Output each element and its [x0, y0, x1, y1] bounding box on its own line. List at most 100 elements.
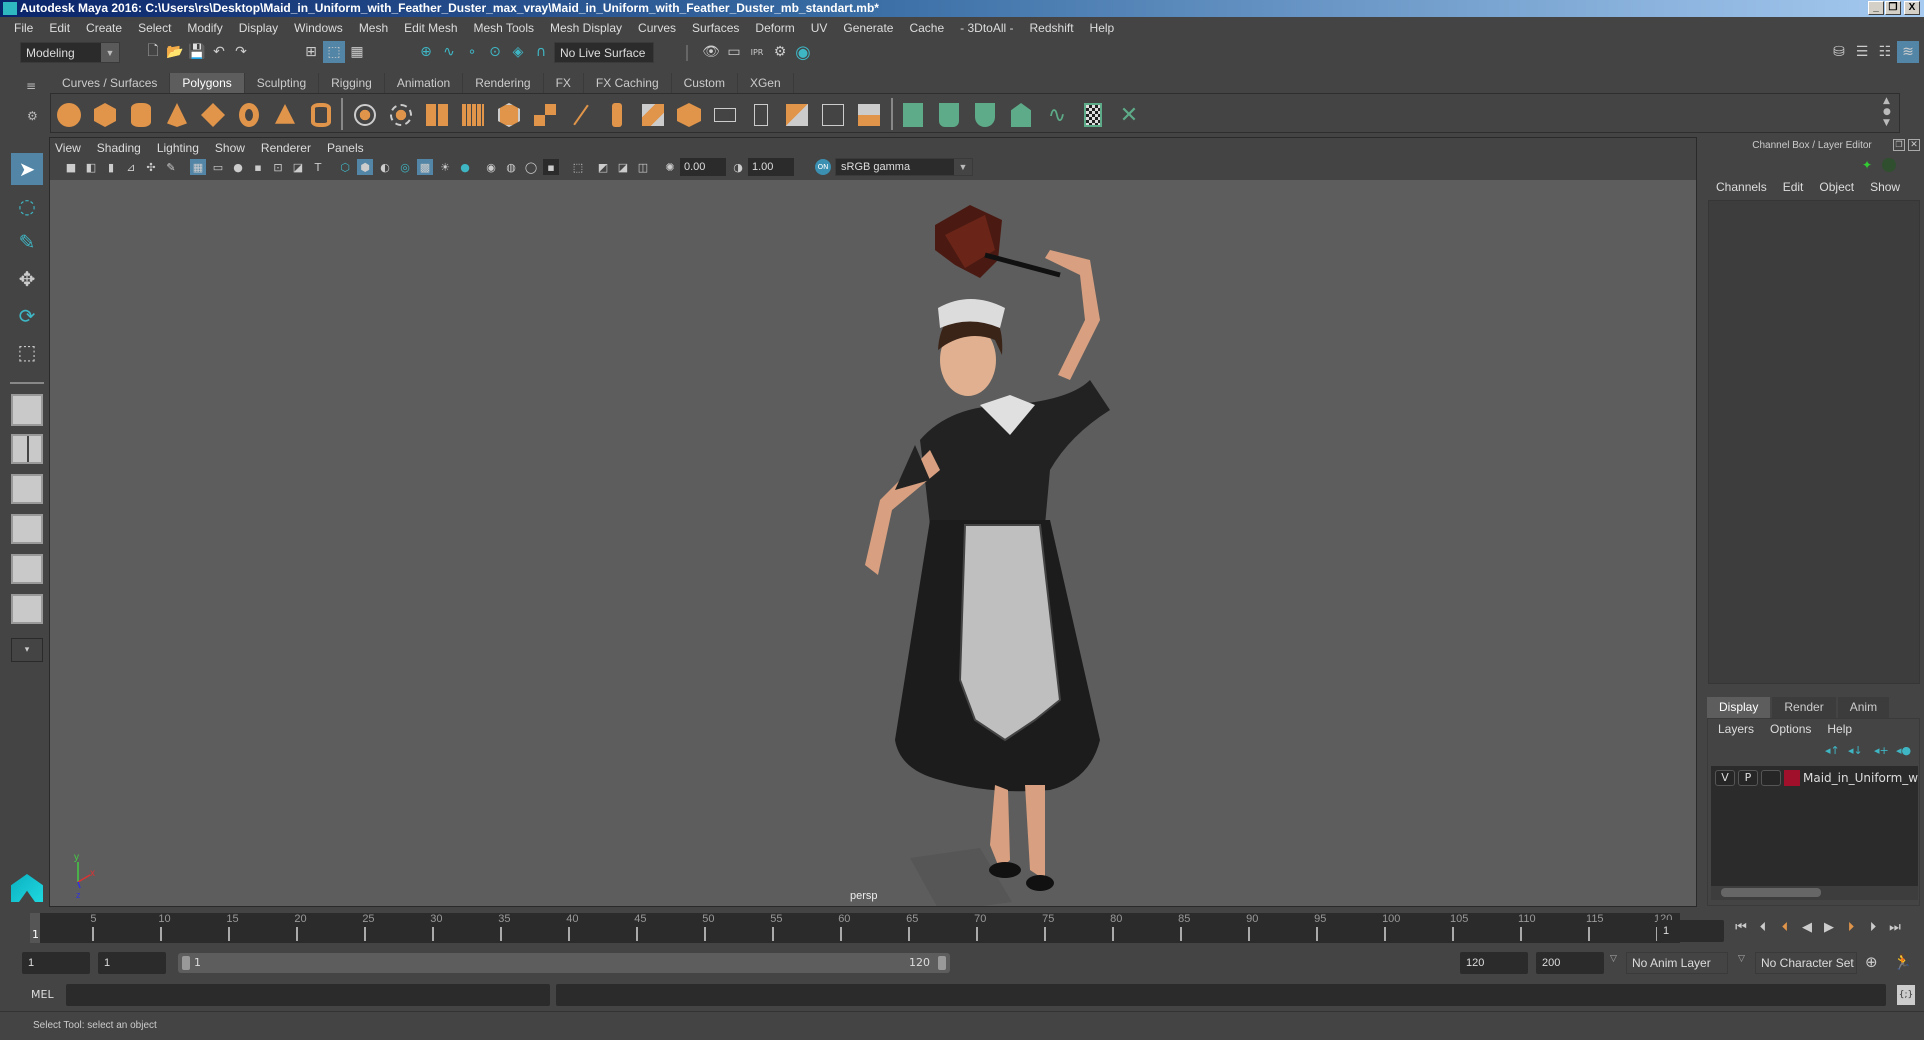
menu-deform[interactable]: Deform	[755, 21, 794, 35]
poly-cone-icon[interactable]	[163, 101, 191, 129]
save-scene-icon[interactable]: 💾	[186, 41, 208, 63]
insert-edge-loop-icon[interactable]	[783, 101, 811, 129]
persp-graph-layout-icon[interactable]	[11, 514, 43, 544]
panel-menu-show[interactable]: Show	[215, 141, 245, 155]
bookmark-icon[interactable]: ▮	[103, 159, 119, 175]
shelf-tab-fx[interactable]: FX	[544, 73, 584, 93]
menu-file[interactable]: File	[14, 21, 33, 35]
layer-list-scrollbar[interactable]	[1711, 886, 1918, 900]
shelf-tab-custom[interactable]: Custom	[672, 73, 738, 93]
grease-pencil-icon[interactable]: ✎	[163, 159, 179, 175]
shadows-icon[interactable]: ●	[457, 159, 473, 175]
single-perspective-layout-icon[interactable]	[11, 394, 43, 426]
channel-box-sync-icon[interactable]	[1882, 158, 1896, 172]
screen-space-ao-icon[interactable]: ◉	[483, 159, 499, 175]
persp-outliner-layout-icon[interactable]	[11, 474, 43, 504]
shelf-tab-rendering[interactable]: Rendering	[463, 73, 544, 93]
shelf-tab-animation[interactable]: Animation	[385, 73, 464, 93]
auto-key-icon[interactable]: ⊕	[1865, 953, 1878, 971]
channel-box-menu-channels[interactable]: Channels	[1716, 180, 1767, 194]
textured-icon[interactable]: ▩	[417, 159, 433, 175]
scale-tool-icon[interactable]: ⬚	[11, 336, 43, 368]
layer-tab-render[interactable]: Render	[1772, 697, 1836, 718]
snap-magnet-icon[interactable]: ∩	[530, 41, 552, 63]
menu-generate[interactable]: Generate	[843, 21, 893, 35]
hierarchy-mode-icon[interactable]: ⊞	[300, 41, 322, 63]
animation-end-field[interactable]	[1536, 952, 1604, 974]
poly-pipe-icon[interactable]	[307, 101, 335, 129]
shelf-tab-xgen[interactable]: XGen	[738, 73, 794, 93]
poly-cube-icon[interactable]	[91, 101, 119, 129]
script-language-toggle[interactable]: MEL	[31, 988, 54, 1001]
wireframe-on-shaded-icon[interactable]: ◐	[377, 159, 393, 175]
layer-visibility-toggle[interactable]: V	[1715, 770, 1735, 786]
gate-mask-icon[interactable]: ▪	[250, 159, 266, 175]
snap-grid-icon[interactable]: ⊕	[415, 41, 437, 63]
menu-help[interactable]: Help	[1090, 21, 1115, 35]
scrollbar-thumb[interactable]	[1721, 888, 1821, 897]
extract-icon[interactable]	[531, 101, 559, 129]
shelf-scroll[interactable]: ▲ ● ▼	[1883, 96, 1891, 129]
play-backwards-icon[interactable]: ◀	[1799, 919, 1815, 935]
restore-button[interactable]: ❐	[1885, 1, 1901, 15]
motion-blur-icon[interactable]: ◍	[503, 159, 519, 175]
modeling-toolkit-icon[interactable]: ⛁	[1828, 41, 1850, 63]
object-mode-icon[interactable]: ⬚	[323, 41, 345, 63]
gamma-field[interactable]	[748, 158, 794, 176]
play-forwards-icon[interactable]: ▶	[1821, 919, 1837, 935]
go-to-end-icon[interactable]: ⏭	[1887, 919, 1903, 935]
select-camera-icon[interactable]: ■	[63, 159, 79, 175]
snap-point-icon[interactable]: ∘	[461, 41, 483, 63]
menu-mesh[interactable]: Mesh	[359, 21, 388, 35]
render-view-icon[interactable]: 👁	[700, 41, 722, 63]
poly-torus-icon[interactable]	[235, 101, 263, 129]
character-set-dropdown[interactable]: No Character Set	[1755, 952, 1857, 974]
lasso-tool-icon[interactable]: ◌	[11, 190, 43, 222]
panel-menu-view[interactable]: View	[55, 141, 81, 155]
uv-unfold-icon[interactable]: ∿	[1043, 101, 1071, 129]
2d-pan-zoom-icon[interactable]: ✣	[143, 159, 159, 175]
gamma-icon[interactable]: ◑	[730, 159, 746, 175]
snap-view-plane-icon[interactable]: ⊙	[484, 41, 506, 63]
redo-icon[interactable]: ↷	[230, 41, 252, 63]
color-management-toggle-icon[interactable]: ON	[815, 159, 831, 175]
depth-of-field-icon[interactable]: ▪	[543, 159, 559, 175]
component-mode-icon[interactable]: ▦	[346, 41, 368, 63]
playback-start-field[interactable]	[98, 952, 166, 974]
move-tool-icon[interactable]: ✥	[11, 263, 43, 295]
xray-active-icon[interactable]: ◪	[615, 159, 631, 175]
range-slider[interactable]: 1 120	[178, 953, 950, 973]
xray-joints-icon[interactable]: ◩	[595, 159, 611, 175]
bridge-icon[interactable]	[675, 101, 703, 129]
step-back-frame-icon[interactable]: ⏴	[1755, 919, 1771, 935]
shelf-tab-curves-surfaces[interactable]: Curves / Surfaces	[50, 73, 171, 93]
layer-playback-toggle[interactable]: P	[1738, 770, 1758, 786]
move-layer-up-icon[interactable]: ◂↑	[1825, 744, 1840, 757]
uv-planar-icon[interactable]	[899, 101, 927, 129]
maya-logo-icon[interactable]	[11, 874, 43, 902]
grid-icon[interactable]: ▦	[190, 159, 206, 175]
snap-live-icon[interactable]: ◈	[507, 41, 529, 63]
uv-cylindrical-icon[interactable]	[935, 101, 963, 129]
channel-box-menu-show[interactable]: Show	[1870, 180, 1900, 194]
layer-color-swatch[interactable]	[1784, 770, 1800, 786]
layer-tab-display[interactable]: Display	[1707, 697, 1771, 718]
render-current-icon[interactable]: ▭	[723, 41, 745, 63]
move-layer-down-icon[interactable]: ◂↓	[1848, 744, 1863, 757]
shelf-settings-icon[interactable]: ⚙	[27, 109, 38, 123]
backface-culling-icon[interactable]: ◫	[635, 159, 651, 175]
use-all-lights-icon[interactable]: ☀	[437, 159, 453, 175]
close-button[interactable]: X	[1904, 1, 1920, 15]
layer-type-toggle[interactable]	[1761, 770, 1781, 786]
menu-curves[interactable]: Curves	[638, 21, 676, 35]
menu-select[interactable]: Select	[138, 21, 171, 35]
menu-3dtoall[interactable]: - 3DtoAll -	[960, 21, 1013, 35]
image-plane-icon[interactable]: ⊿	[123, 159, 139, 175]
menu-create[interactable]: Create	[86, 21, 122, 35]
range-start-handle[interactable]	[182, 956, 190, 970]
playback-end-field[interactable]	[1460, 952, 1528, 974]
layer-menu-options[interactable]: Options	[1770, 722, 1811, 736]
minimize-button[interactable]: _	[1868, 1, 1884, 15]
anim-layer-dropdown[interactable]: No Anim Layer	[1626, 952, 1728, 974]
boolean-icon[interactable]	[495, 101, 523, 129]
